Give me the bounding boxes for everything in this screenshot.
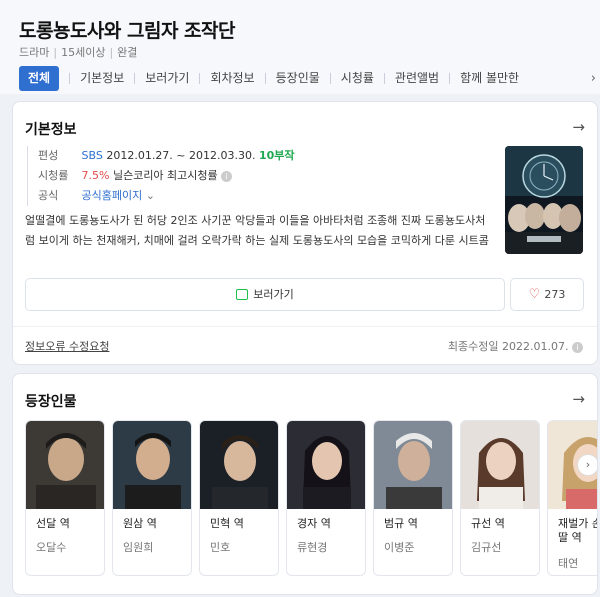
tab-cast[interactable]: 등장인물 xyxy=(276,66,320,91)
header: 도롱뇽도사와 그림자 조작단 드라마 | 15세이상 | 완결 전체 기본정보 보러가기 회차… xyxy=(0,0,600,94)
poster-image[interactable] xyxy=(505,146,583,254)
play-icon xyxy=(236,288,249,300)
chevron-right-icon[interactable]: › xyxy=(591,71,596,86)
watch-button[interactable]: 보러가기 xyxy=(25,278,505,311)
cast-card-item[interactable]: 범규 역 이병준 xyxy=(373,420,453,576)
cast-photo xyxy=(200,421,278,509)
official-row: 공식 공식홈페이지 ⌄ xyxy=(38,186,497,206)
updated-text: 최종수정일 2022.01.07. xyxy=(447,340,569,353)
cast-role: 규선 역 xyxy=(471,517,505,530)
cast-role: 민혁 역 xyxy=(210,517,244,530)
broadcast-row: 편성 SBS 2012.01.27. ~ 2012.03.30. 10부작 xyxy=(38,146,497,166)
arrow-right-icon[interactable]: → xyxy=(572,390,585,408)
cast-actor: 이병준 xyxy=(384,541,415,554)
episode-count: 10부작 xyxy=(259,149,295,162)
age-rating: 15세이상 xyxy=(61,46,106,59)
cast-list: 선달 역 오달수 원삼 역 임원희 민혁 역 민호 경자 역 류현경 범규 역 … xyxy=(25,420,597,580)
cast-role: 범규 역 xyxy=(384,517,418,530)
period: 2012.01.27. ~ 2012.03.30. xyxy=(106,149,256,162)
last-updated: 최종수정일 2022.01.07. i xyxy=(448,338,583,354)
cast-role: 선달 역 xyxy=(36,517,70,530)
cast-card-item[interactable]: 민혁 역 민호 xyxy=(199,420,279,576)
ratings-value: 7.5% xyxy=(81,169,110,182)
genre: 드라마 xyxy=(19,46,50,59)
tab-watch[interactable]: 보러가기 xyxy=(145,66,189,91)
info-icon[interactable]: i xyxy=(572,341,583,353)
official-label: 공식 xyxy=(38,189,59,202)
cast-photo xyxy=(461,421,539,509)
cast-card: 등장인물 → 선달 역 오달수 원삼 역 임원희 민혁 역 민호 경자 역 류현… xyxy=(12,373,598,595)
info-icon[interactable]: i xyxy=(221,170,233,182)
cast-photo xyxy=(374,421,452,509)
cast-actor: 오달수 xyxy=(36,541,67,554)
tab-basic-info[interactable]: 기본정보 xyxy=(80,66,124,91)
broadcast-label: 편성 xyxy=(38,149,59,162)
watch-label: 보러가기 xyxy=(253,288,294,301)
chevron-right-icon[interactable]: › xyxy=(577,454,597,476)
tab-bar: 전체 기본정보 보러가기 회차정보 등장인물 시청률 관련앨범 함께 볼만한 xyxy=(19,66,519,91)
tab-ratings[interactable]: 시청률 xyxy=(341,66,374,91)
tab-episodes[interactable]: 회차정보 xyxy=(210,66,254,91)
cast-role: 재벌가 손녀딸 역 xyxy=(558,517,597,544)
cast-photo xyxy=(26,421,104,509)
official-link[interactable]: 공식홈페이지 xyxy=(82,189,143,202)
report-error-link[interactable]: 정보오류 수정요청 xyxy=(25,338,109,354)
like-count: 273 xyxy=(544,288,566,301)
chevron-down-icon[interactable]: ⌄ xyxy=(146,189,155,202)
cast-actor: 민호 xyxy=(210,541,231,554)
cast-card-item[interactable]: 원삼 역 임원희 xyxy=(112,420,192,576)
cast-card-item[interactable]: 선달 역 오달수 xyxy=(25,420,105,576)
cast-actor: 류현경 xyxy=(297,541,328,554)
cast-role: 경자 역 xyxy=(297,517,331,530)
ratings-label: 시청률 xyxy=(38,169,69,182)
basic-info-card: 기본정보 → 편성 SBS 2012.01.27. ~ 2012.03.30. … xyxy=(12,101,598,365)
cast-card-item[interactable]: 경자 역 류현경 xyxy=(286,420,366,576)
cast-actor: 태연 xyxy=(558,557,579,570)
cast-card-item[interactable]: 규선 역 김규선 xyxy=(460,420,540,576)
arrow-right-icon[interactable]: → xyxy=(572,118,585,136)
section-title: 기본정보 xyxy=(25,122,77,138)
channel-link[interactable]: SBS xyxy=(82,149,103,162)
tab-albums[interactable]: 관련앨범 xyxy=(395,66,439,91)
tab-all[interactable]: 전체 xyxy=(19,66,60,91)
cast-role: 원삼 역 xyxy=(123,517,157,530)
ratings-row: 시청률 7.5% 닐슨코리아 최고시청률 i xyxy=(38,166,497,186)
info-block: 편성 SBS 2012.01.27. ~ 2012.03.30. 10부작 시청… xyxy=(27,146,497,206)
cast-photo xyxy=(287,421,365,509)
meta-line: 드라마 | 15세이상 | 완결 xyxy=(19,46,138,59)
ratings-source: 닐슨코리아 최고시청률 xyxy=(112,169,218,182)
cast-actor: 김규선 xyxy=(471,541,502,554)
section-title: 등장인물 xyxy=(25,394,77,410)
like-button[interactable]: ♡ 273 xyxy=(510,278,584,311)
page-title: 도롱뇽도사와 그림자 조작단 xyxy=(19,20,236,42)
heart-icon: ♡ xyxy=(528,287,541,302)
cast-card-item[interactable]: 재벌가 손녀딸 역 태연 xyxy=(547,420,597,576)
divider xyxy=(13,326,597,327)
description: 얼떨결에 도롱뇽도사가 된 허당 2인조 사기꾼 악당들과 이들을 아바타처럼 … xyxy=(25,214,489,247)
status: 완결 xyxy=(117,46,138,59)
cast-photo xyxy=(113,421,191,509)
cast-actor: 임원희 xyxy=(123,541,154,554)
tab-recommend[interactable]: 함께 볼만한 xyxy=(460,66,519,91)
